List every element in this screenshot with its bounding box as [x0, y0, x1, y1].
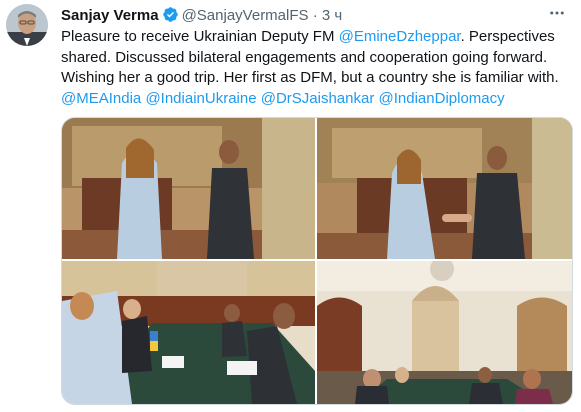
avatar[interactable] [6, 4, 48, 46]
separator-dot: · [312, 7, 318, 24]
author-name[interactable]: Sanjay Verma [61, 7, 159, 24]
photo-handshake-pose-image [62, 118, 315, 259]
timestamp[interactable]: 3 ч [322, 7, 342, 24]
photo-handshake-image [317, 118, 572, 259]
more-options-icon[interactable] [547, 4, 567, 24]
author-handle[interactable]: @SanjayVermalFS [182, 7, 309, 24]
mention-link[interactable]: @IndianDiplomacy [379, 90, 505, 107]
photo-3[interactable] [62, 261, 315, 404]
photo-2[interactable] [317, 118, 572, 259]
avatar-image [6, 4, 48, 46]
tweet-text: Pleasure to receive Ukrainian Deputy FM … [61, 27, 571, 109]
photo-meeting-table-image [62, 261, 315, 404]
tweet-text-segment: Pleasure to receive Ukrainian Deputy FM [61, 28, 339, 45]
tweet-header: Sanjay Verma @SanjayVermalFS · 3 ч [61, 6, 567, 26]
photo-4[interactable] [317, 261, 572, 404]
photo-1[interactable] [62, 118, 315, 259]
mention-link[interactable]: @DrSJaishankar [261, 90, 375, 107]
mention-link[interactable]: @MEAIndia [61, 90, 141, 107]
photo-meeting-room-image [317, 261, 572, 404]
verified-badge-icon [162, 6, 179, 29]
media-grid [61, 117, 573, 405]
mention-link[interactable]: @IndiainUkraine [145, 90, 256, 107]
mention-link[interactable]: @EmineDzheppar [339, 28, 461, 45]
